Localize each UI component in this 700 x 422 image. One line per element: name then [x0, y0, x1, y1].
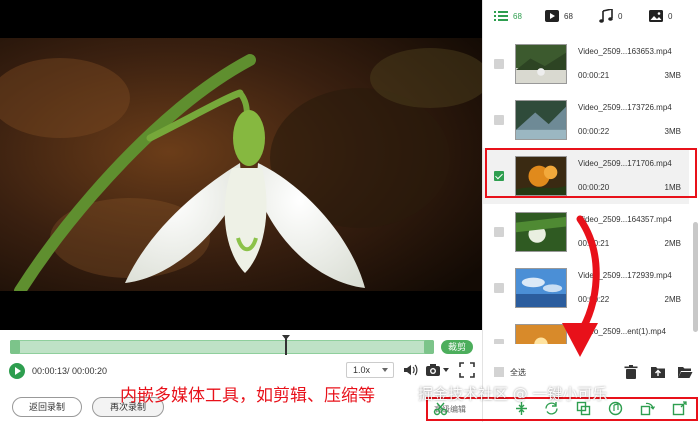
- list-icon: [494, 11, 508, 21]
- video-player: [0, 0, 482, 330]
- tab-audio[interactable]: 0: [599, 8, 622, 24]
- trash-icon[interactable]: [623, 364, 639, 380]
- export-folder-icon[interactable]: [650, 364, 666, 380]
- file-duration: 00:00:22: [578, 127, 610, 136]
- tab-audio-count: 0: [618, 11, 623, 21]
- chevron-down-icon[interactable]: [443, 367, 449, 373]
- trim-end-handle[interactable]: [424, 340, 434, 354]
- select-all-checkbox[interactable]: [494, 367, 504, 377]
- row-checkbox[interactable]: [494, 227, 504, 237]
- tab-all-count: 68: [513, 11, 522, 21]
- playhead-marker[interactable]: [282, 335, 290, 355]
- video-frame[interactable]: [0, 38, 482, 291]
- video-thumbnail[interactable]: [515, 100, 567, 140]
- timeline-track[interactable]: [10, 335, 434, 355]
- file-name: Video_2509...173726.mp4: [578, 103, 672, 112]
- back-to-record-button[interactable]: 返回录制: [12, 397, 82, 417]
- image-icon: [649, 10, 663, 22]
- file-size: 3MB: [664, 71, 681, 80]
- row-checkbox[interactable]: [494, 283, 504, 293]
- row-checkbox[interactable]: [494, 339, 504, 344]
- play-icon[interactable]: [9, 363, 25, 379]
- music-icon: [599, 9, 613, 23]
- scrollbar-thumb[interactable]: [693, 222, 698, 332]
- speed-select[interactable]: 1.0x: [346, 362, 394, 378]
- list-item[interactable]: Video_2509...163653.mp4 00:00:21 3MB: [483, 36, 689, 92]
- selected-file-highlight: [485, 148, 697, 198]
- list-item[interactable]: Video_2509...173726.mp4 00:00:22 3MB: [483, 92, 689, 148]
- tab-image-count: 0: [668, 11, 673, 21]
- select-all-label: 全选: [510, 368, 526, 377]
- file-size: 2MB: [664, 239, 681, 248]
- folder-icon[interactable]: [677, 364, 693, 380]
- select-bar: 全选: [483, 360, 700, 384]
- file-name: Video_2509...163653.mp4: [578, 47, 672, 56]
- row-checkbox[interactable]: [494, 115, 504, 125]
- tab-video[interactable]: 68: [545, 8, 573, 24]
- filter-tabs: 68 68 0 0: [483, 0, 700, 32]
- watermark-text: 掘金技术社区 @ 一键小可乐: [418, 385, 608, 403]
- file-duration: 00:00:21: [578, 71, 610, 80]
- red-arrow-annotation: [562, 215, 600, 357]
- snowdrop-flower-image: [0, 38, 482, 291]
- trim-start-handle[interactable]: [10, 340, 20, 354]
- tab-video-count: 68: [564, 11, 573, 21]
- video-thumbnail[interactable]: [515, 44, 567, 84]
- cut-button[interactable]: 裁剪: [441, 340, 473, 354]
- volume-icon[interactable]: [402, 362, 418, 378]
- fullscreen-icon[interactable]: [459, 362, 475, 378]
- caption-annotation: 内嵌多媒体工具，如剪辑、压缩等: [120, 386, 375, 406]
- video-icon: [545, 10, 559, 22]
- camera-icon[interactable]: [425, 362, 441, 378]
- file-size: 3MB: [664, 127, 681, 136]
- tab-all[interactable]: 68: [494, 8, 522, 24]
- row-checkbox[interactable]: [494, 59, 504, 69]
- tab-image[interactable]: 0: [649, 8, 672, 24]
- time-readout: 00:00:13/ 00:00:20: [32, 366, 108, 376]
- file-size: 2MB: [664, 295, 681, 304]
